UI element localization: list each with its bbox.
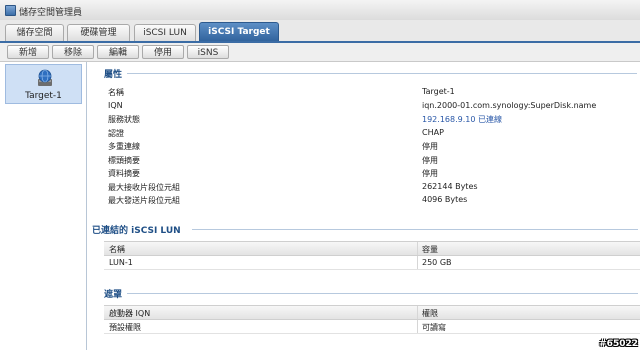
prop-value-iqn: iqn.2000-01.com.synology:SuperDisk.name	[422, 101, 597, 110]
masking-col-initiator[interactable]: 啟動器 IQN	[109, 308, 150, 319]
prop-label-header-digest: 標頭摘要	[108, 156, 140, 165]
table-row[interactable]: LUN-1 250 GB	[104, 256, 640, 270]
masking-permission-cell: 可讀寫	[422, 323, 446, 332]
prop-label-name: 名稱	[108, 88, 124, 97]
window-title: 儲存空間管理員	[19, 8, 83, 18]
remove-button[interactable]: 移除	[52, 45, 94, 59]
isns-button[interactable]: iSNS	[187, 45, 229, 59]
window-titlebar: 儲存空間管理員	[0, 0, 640, 21]
masking-divider	[127, 293, 638, 294]
properties-divider	[127, 73, 637, 74]
column-separator	[417, 320, 418, 333]
prop-value-multi-session: 停用	[422, 142, 438, 151]
linked-lun-col-name[interactable]: 名稱	[109, 244, 125, 255]
tab-bar: 儲存空間 硬碟管理 iSCSI LUN iSCSI Target	[0, 20, 640, 42]
prop-label-data-digest: 資料摘要	[108, 169, 140, 178]
prop-label-auth: 認證	[108, 129, 124, 138]
masking-table-header: 啟動器 IQN 權限	[104, 305, 640, 320]
edit-button[interactable]: 編輯	[97, 45, 139, 59]
target-list-item-label: Target-1	[25, 91, 62, 101]
properties-section-title: 屬性	[104, 70, 123, 80]
target-detail-panel: 屬性 名稱 Target-1 IQN iqn.2000-01.com.synol…	[87, 62, 640, 350]
prop-label-max-send: 最大發送片段位元組	[108, 196, 180, 205]
masking-col-permission[interactable]: 權限	[422, 308, 438, 319]
tab-iscsi-target[interactable]: iSCSI Target	[199, 22, 279, 42]
prop-label-multi-session: 多重連線	[108, 142, 140, 151]
prop-label-status: 服務狀態	[108, 115, 140, 124]
prop-label-iqn: IQN	[108, 101, 123, 110]
prop-value-data-digest: 停用	[422, 169, 438, 178]
tab-storage[interactable]: 儲存空間	[5, 24, 64, 41]
linked-lun-table-header: 名稱 容量	[104, 241, 640, 256]
linked-lun-name-cell: LUN-1	[109, 258, 133, 267]
globe-server-icon	[38, 69, 52, 86]
linked-lun-section-title: 已連結的 iSCSI LUN	[92, 226, 181, 236]
app-icon	[5, 5, 16, 16]
prop-value-status[interactable]: 192.168.9.10 已連線	[422, 114, 502, 125]
target-list-item[interactable]: Target-1	[5, 64, 82, 104]
column-separator	[417, 306, 418, 319]
tab-iscsi-lun[interactable]: iSCSI LUN	[134, 24, 196, 41]
prop-value-max-recv: 262144 Bytes	[422, 182, 478, 191]
masking-section-title: 遮罩	[104, 290, 123, 300]
prop-value-name: Target-1	[422, 87, 455, 96]
prop-value-header-digest: 停用	[422, 156, 438, 165]
column-separator	[417, 256, 418, 269]
table-row[interactable]: 預設權限 可讀寫	[104, 320, 640, 334]
create-button[interactable]: 新增	[7, 45, 49, 59]
tab-disk-management[interactable]: 硬碟管理	[67, 24, 130, 41]
linked-lun-divider	[192, 229, 638, 230]
prop-label-max-recv: 最大接收片段位元組	[108, 183, 180, 192]
target-list: Target-1	[0, 62, 87, 350]
masking-initiator-cell: 預設權限	[109, 323, 141, 332]
toolbar: 新增 移除 編輯 停用 iSNS	[0, 43, 640, 62]
prop-value-max-send: 4096 Bytes	[422, 195, 468, 204]
watermark: #65022	[599, 339, 638, 349]
linked-lun-capacity-cell: 250 GB	[422, 258, 452, 267]
column-separator	[417, 242, 418, 255]
linked-lun-col-capacity[interactable]: 容量	[422, 244, 438, 255]
disable-button[interactable]: 停用	[142, 45, 184, 59]
prop-value-auth: CHAP	[422, 128, 444, 137]
